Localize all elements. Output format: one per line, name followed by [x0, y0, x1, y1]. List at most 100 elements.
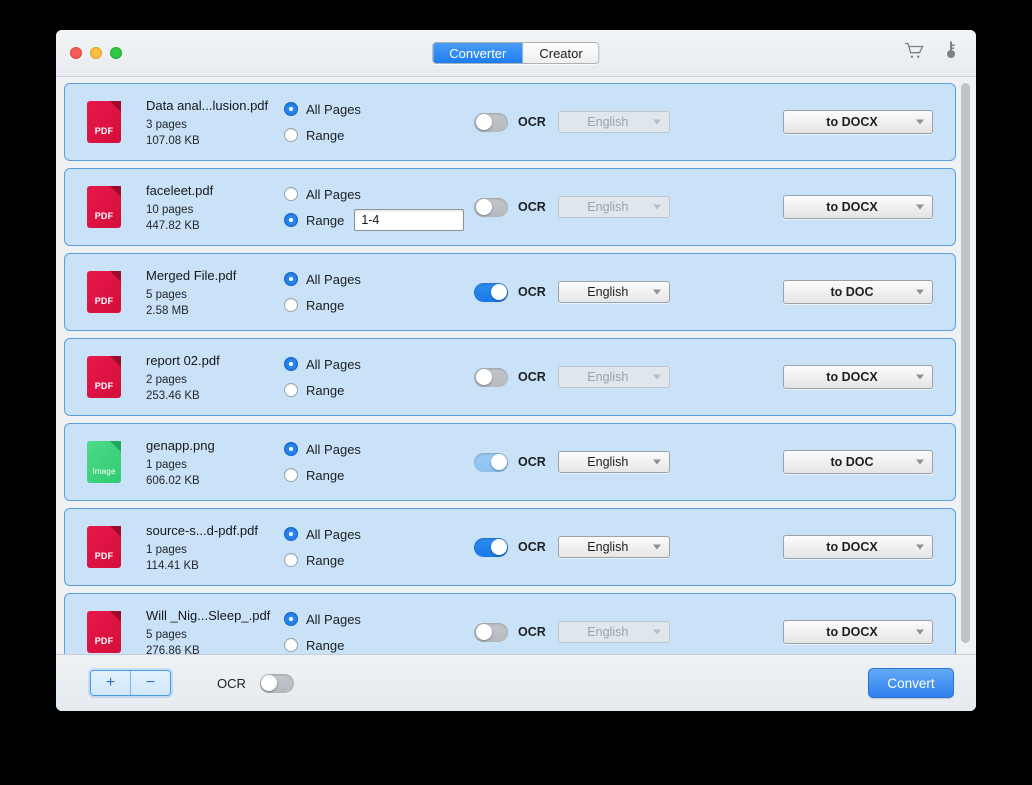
page-selection-group: All Pages Range [284, 351, 474, 403]
ocr-language-select[interactable]: English [557, 536, 670, 558]
file-row[interactable]: PDF source-s...d-pdf.pdf 1 pages 114.41 … [64, 508, 956, 586]
file-type-icon: PDF [87, 356, 121, 398]
ocr-language-select[interactable]: English [557, 281, 670, 303]
all-pages-radio[interactable] [284, 272, 298, 286]
range-option[interactable]: Range [284, 292, 474, 318]
all-pages-radio[interactable] [284, 442, 298, 456]
file-type-label: Image [92, 467, 116, 476]
file-size: 114.41 KB [146, 559, 199, 572]
ocr-toggle[interactable] [474, 367, 508, 387]
all-pages-option[interactable]: All Pages [284, 521, 474, 547]
icon-fold [110, 101, 121, 112]
tab-converter[interactable]: Converter [433, 43, 524, 63]
all-pages-option[interactable]: All Pages [284, 351, 474, 377]
ocr-toggle[interactable] [474, 282, 508, 302]
output-format-select[interactable]: to DOCX [783, 110, 933, 134]
file-row[interactable]: PDF Will _Nig...Sleep_.pdf 5 pages 276.8… [64, 593, 956, 654]
file-name: report 02.pdf [146, 352, 220, 368]
toggle-knob [490, 284, 507, 300]
range-option[interactable]: Range [284, 547, 474, 573]
ocr-toggle[interactable] [474, 622, 508, 642]
output-format-select[interactable]: to DOC [783, 280, 933, 304]
file-row[interactable]: PDF report 02.pdf 2 pages 253.46 KB All … [64, 338, 956, 416]
ocr-label: OCR [518, 285, 546, 299]
toggle-knob [475, 624, 492, 640]
all-pages-radio[interactable] [284, 102, 298, 116]
chevron-down-icon [652, 119, 661, 125]
all-pages-radio[interactable] [284, 527, 298, 541]
range-option[interactable]: Range [284, 377, 474, 403]
ocr-toggle[interactable] [474, 537, 508, 557]
all-pages-option[interactable]: All Pages [284, 436, 474, 462]
file-page-count: 1 pages [146, 543, 187, 556]
all-pages-option[interactable]: All Pages [284, 181, 474, 207]
output-format-cell: to DOCX [684, 110, 945, 134]
ocr-label: OCR [518, 455, 546, 469]
close-button[interactable] [70, 47, 82, 59]
output-format-select[interactable]: to DOCX [783, 195, 933, 219]
output-format-value: to DOCX [826, 370, 878, 384]
ocr-language-select[interactable]: English [557, 621, 670, 643]
ocr-toggle[interactable] [474, 197, 508, 217]
output-format-select[interactable]: to DOCX [783, 535, 933, 559]
minimize-button[interactable] [90, 47, 102, 59]
all-pages-label: All Pages [306, 441, 361, 457]
output-format-select[interactable]: to DOC [783, 450, 933, 474]
all-pages-radio[interactable] [284, 612, 298, 626]
ocr-language-select[interactable]: English [557, 111, 670, 133]
all-pages-option[interactable]: All Pages [284, 266, 474, 292]
range-radio[interactable] [284, 553, 298, 567]
file-row[interactable]: PDF faceleet.pdf 10 pages 447.82 KB All … [64, 168, 956, 246]
add-remove-segmented-control: + − [90, 670, 171, 696]
vertical-scrollbar[interactable] [960, 81, 971, 650]
file-page-count: 10 pages [146, 203, 194, 216]
icon-fold [110, 271, 121, 282]
all-pages-option[interactable]: All Pages [284, 96, 474, 122]
range-radio[interactable] [284, 298, 298, 312]
ocr-language-select[interactable]: English [557, 366, 670, 388]
range-option[interactable]: Range 1-4 [284, 207, 474, 233]
file-row[interactable]: PDF Merged File.pdf 5 pages 2.58 MB All … [64, 253, 956, 331]
output-format-value: to DOCX [826, 540, 878, 554]
add-file-button[interactable]: + [91, 671, 130, 695]
cart-icon[interactable] [904, 42, 924, 65]
ocr-toggle[interactable] [474, 452, 508, 472]
ocr-language-select[interactable]: English [557, 451, 670, 473]
output-format-select[interactable]: to DOCX [783, 365, 933, 389]
range-input[interactable]: 1-4 [354, 209, 465, 231]
range-radio[interactable] [284, 213, 298, 227]
ocr-controls: OCR English [474, 621, 684, 643]
all-pages-option[interactable]: All Pages [284, 606, 474, 632]
global-ocr-toggle[interactable] [259, 673, 294, 693]
page-selection-group: All Pages Range 1-4 [284, 181, 474, 233]
remove-file-button[interactable]: − [131, 671, 170, 695]
range-option[interactable]: Range [284, 632, 474, 654]
chevron-down-icon [916, 119, 924, 125]
range-radio[interactable] [284, 383, 298, 397]
zoom-button[interactable] [110, 47, 122, 59]
ocr-toggle[interactable] [474, 112, 508, 132]
output-format-value: to DOC [830, 455, 874, 469]
toggle-knob [261, 675, 278, 691]
tab-creator[interactable]: Creator [523, 43, 599, 63]
output-format-cell: to DOCX [684, 195, 945, 219]
page-selection-group: All Pages Range [284, 266, 474, 318]
range-radio[interactable] [284, 128, 298, 142]
range-label: Range [306, 637, 345, 653]
titlebar-actions [904, 41, 958, 66]
all-pages-radio[interactable] [284, 357, 298, 371]
output-format-select[interactable]: to DOCX [783, 620, 933, 644]
range-radio[interactable] [284, 468, 298, 482]
file-row[interactable]: PDF Data anal...lusion.pdf 3 pages 107.0… [64, 83, 956, 161]
key-icon[interactable] [944, 41, 958, 66]
range-radio[interactable] [284, 638, 298, 652]
all-pages-radio[interactable] [284, 187, 298, 201]
file-row[interactable]: Image genapp.png 1 pages 606.02 KB All P… [64, 423, 956, 501]
ocr-language-select[interactable]: English [557, 196, 670, 218]
chevron-down-icon [916, 289, 924, 295]
global-ocr-label: OCR [217, 675, 246, 691]
convert-button[interactable]: Convert [868, 668, 954, 698]
range-option[interactable]: Range [284, 122, 474, 148]
range-option[interactable]: Range [284, 462, 474, 488]
scrollbar-thumb[interactable] [961, 83, 970, 643]
